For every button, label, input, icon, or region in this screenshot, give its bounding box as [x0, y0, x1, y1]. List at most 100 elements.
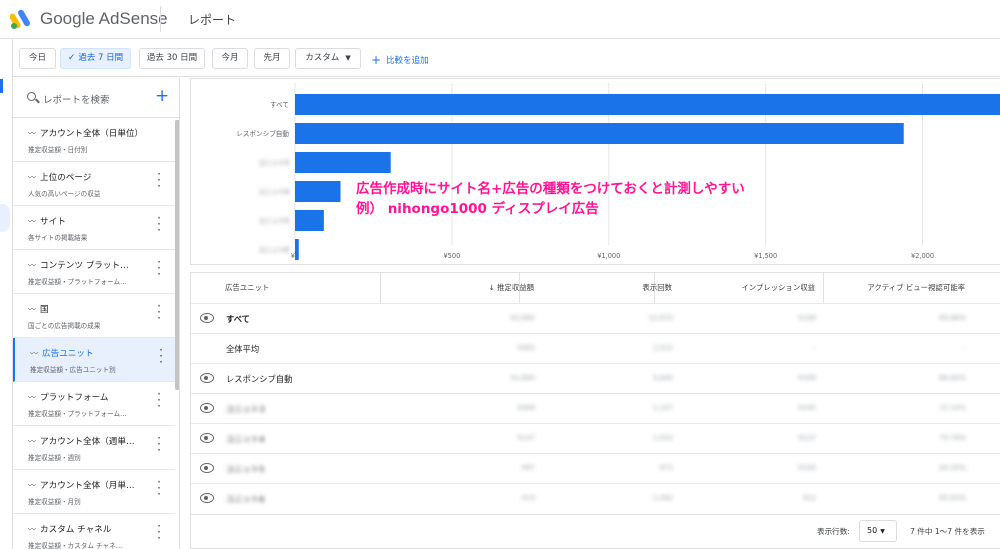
- table-row[interactable]: ユニット6 ¥13 1,082 ¥12 65.83%: [191, 483, 1000, 513]
- table-row[interactable]: ユニット5 ¥97 972 ¥100 64.30%: [191, 453, 1000, 483]
- header-divider: [160, 6, 161, 32]
- table-footer: 表示行数: 50 ▼ 7 件中 1〜7 件を表示: [191, 514, 1000, 548]
- ad-unit-name: 全体平均: [226, 344, 260, 354]
- table-cell: 65.83%: [939, 494, 966, 502]
- sidebar-scrollbar[interactable]: [175, 120, 179, 390]
- table-cell: ¥137: [798, 434, 816, 442]
- more-vert-icon[interactable]: · · ·: [157, 388, 161, 412]
- ad-unit-name: ユニット3: [226, 404, 265, 414]
- rows-per-page-select[interactable]: 50 ▼: [859, 520, 897, 542]
- more-vert-icon[interactable]: · · ·: [157, 476, 161, 500]
- chip-last-month[interactable]: 先月: [254, 48, 290, 69]
- table-row[interactable]: 全体平均 ¥383 2,015 – –: [191, 333, 1000, 363]
- eye-icon[interactable]: [200, 493, 214, 503]
- bar[interactable]: [295, 152, 391, 173]
- bar-chart: ¥0¥500¥1,000¥1,500¥2,000すべてレスポンシブ自動ユニット3…: [236, 83, 1000, 260]
- report-item[interactable]: 〰プラットフォーム 推定収益額・プラットフォーム… · · ·: [13, 382, 175, 426]
- table-cell: ¥245: [798, 404, 816, 412]
- trend-icon: 〰: [28, 129, 36, 138]
- table-row[interactable]: ユニット3 ¥308 1,227 ¥245 72.10%: [191, 393, 1000, 423]
- chip-custom[interactable]: カスタム ▼: [295, 48, 361, 69]
- trend-icon: 〰: [30, 349, 38, 358]
- table-cell: ¥13: [521, 494, 535, 502]
- chip-last-7-days[interactable]: ✓ 過去 7 日間: [60, 48, 131, 69]
- more-vert-icon[interactable]: · · ·: [157, 520, 161, 544]
- nav-rail-active-indicator[interactable]: [0, 204, 10, 232]
- report-title: 〰プラットフォーム: [28, 393, 109, 403]
- trend-icon: 〰: [28, 305, 36, 314]
- more-vert-icon[interactable]: · · ·: [157, 256, 161, 280]
- annotation-overlay: 広告作成時にサイト名+広告の種類をつけておくと計測しやすい 例） nihongo…: [356, 179, 745, 219]
- report-title: 〰カスタム チャネル: [28, 525, 112, 535]
- eye-icon[interactable]: [200, 313, 214, 323]
- trend-icon: 〰: [28, 525, 36, 534]
- table-row[interactable]: ユニット4 ¥147 1,052 ¥137 70.78%: [191, 423, 1000, 453]
- column-header[interactable]: 表示回数: [642, 273, 672, 303]
- x-tick-label: ¥1,000: [597, 252, 620, 260]
- eye-icon[interactable]: [200, 433, 214, 443]
- report-item[interactable]: 〰アカウント全体（週単… 推定収益額・週別 · · ·: [13, 426, 175, 470]
- report-subtitle: 各サイトの掲載結果: [28, 234, 88, 242]
- bar[interactable]: [295, 94, 1000, 115]
- bar-category-label: ユニット6: [258, 246, 289, 254]
- ad-unit-name: レスポンシブ自動: [226, 374, 293, 384]
- trend-icon: 〰: [28, 393, 36, 402]
- report-item[interactable]: 〰サイト 各サイトの掲載結果 · · ·: [13, 206, 175, 250]
- table-cell: ¥189: [798, 374, 816, 382]
- column-header[interactable]: 広告ユニット: [225, 273, 269, 303]
- brand-name: Google AdSense: [40, 9, 168, 28]
- plus-icon: +: [371, 53, 382, 67]
- report-item[interactable]: 〰国国ごとの広告掲載の成果 · · ·: [13, 294, 175, 338]
- report-title: 〰上位のページ: [28, 173, 92, 183]
- report-title: 〰アカウント全体（月単…: [28, 481, 135, 491]
- bar[interactable]: [295, 210, 324, 231]
- table-cell: ¥2,680: [510, 314, 536, 322]
- report-item[interactable]: 〰アカウント全体（日単位） 推定収益額・日付別: [13, 118, 175, 162]
- chip-this-month[interactable]: 今月: [212, 48, 248, 69]
- bar[interactable]: [295, 239, 299, 260]
- more-vert-icon[interactable]: · · ·: [159, 344, 163, 368]
- report-title: 〰アカウント全体（日単位）: [28, 129, 144, 139]
- table-cell: ¥1,880: [510, 374, 536, 382]
- trend-icon: 〰: [28, 481, 36, 490]
- table-cell: 68.90%: [939, 374, 966, 382]
- report-search[interactable]: レポートを検索 +: [13, 78, 179, 118]
- bar[interactable]: [295, 181, 341, 202]
- check-icon: ✓: [67, 53, 76, 63]
- column-header[interactable]: インプレッション収益: [741, 273, 815, 303]
- more-vert-icon[interactable]: · · ·: [157, 168, 161, 192]
- table-cell: 1,082: [652, 494, 673, 502]
- adsense-logo-icon: [10, 9, 30, 29]
- column-header[interactable]: アクティブ ビュー視認可能率: [867, 273, 965, 303]
- report-item[interactable]: 〰カスタム チャネル推定収益額・カスタム チャネ… · · ·: [13, 514, 175, 549]
- chip-last-30-days[interactable]: 過去 30 日間: [139, 48, 205, 69]
- more-vert-icon[interactable]: · · ·: [157, 432, 161, 456]
- table-row[interactable]: すべて ¥2,680 12,870 ¥199 69.88%: [191, 303, 1000, 333]
- report-subtitle: 国ごとの広告掲載の成果: [28, 322, 101, 330]
- report-item[interactable]: 〰広告ユニット 推定収益額・広告ユニット別 · · ·: [13, 338, 175, 382]
- report-item[interactable]: 〰コンテンツ プラット… 推定収益額・プラットフォーム… · · ·: [13, 250, 175, 294]
- eye-icon[interactable]: [200, 463, 214, 473]
- eye-icon[interactable]: [200, 373, 214, 383]
- column-header[interactable]: ↓ 推定収益額: [489, 273, 535, 303]
- date-filter-bar: 今日 ✓ 過去 7 日間 過去 30 日間 今月 先月 カスタム ▼ + 比較を追加: [13, 39, 1000, 77]
- more-vert-icon[interactable]: · · ·: [157, 300, 161, 324]
- top-bar: Google AdSense レポート: [0, 0, 1000, 39]
- table-cell: ¥147: [517, 434, 535, 442]
- report-item[interactable]: 〰アカウント全体（月単… 推定収益額・月別 · · ·: [13, 470, 175, 514]
- ad-unit-name: ユニット6: [226, 494, 265, 504]
- add-comparison-button[interactable]: + 比較を追加: [371, 52, 429, 67]
- eye-icon[interactable]: [200, 403, 214, 413]
- trend-icon: 〰: [28, 173, 36, 182]
- table-row[interactable]: レスポンシブ自動 ¥1,880 9,845 ¥189 68.90%: [191, 363, 1000, 393]
- bar[interactable]: [295, 123, 904, 144]
- table-cell: ¥383: [517, 344, 535, 352]
- report-subtitle: 推定収益額・カスタム チャネ…: [28, 542, 123, 549]
- table-cell: ¥308: [517, 404, 535, 412]
- more-vert-icon[interactable]: · · ·: [157, 212, 161, 236]
- report-item[interactable]: 〰上位のページ 人気の高いページの収益 · · ·: [13, 162, 175, 206]
- add-report-plus-icon[interactable]: +: [155, 86, 169, 106]
- bar-category-label: ユニット5: [258, 217, 289, 225]
- table-cell: ¥100: [798, 464, 816, 472]
- chip-today[interactable]: 今日: [19, 48, 56, 69]
